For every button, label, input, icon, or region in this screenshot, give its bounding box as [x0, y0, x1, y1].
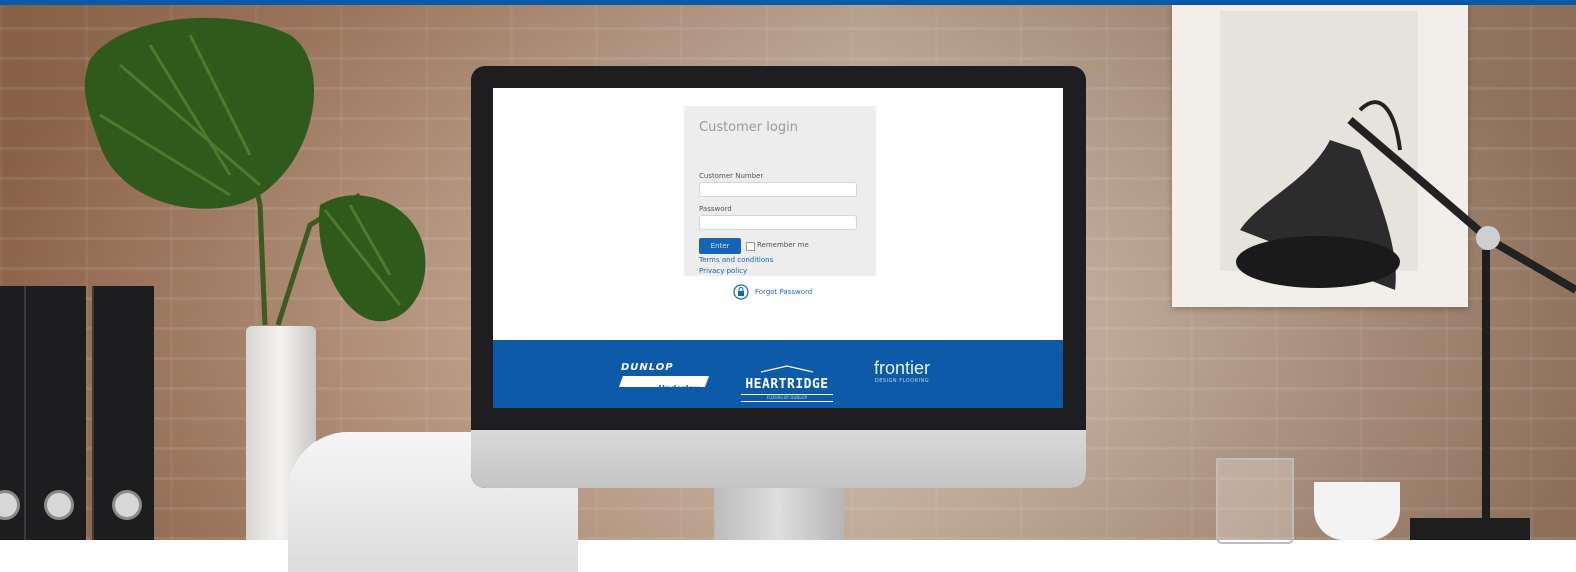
background-binders	[0, 270, 186, 540]
binder-hole	[44, 490, 74, 520]
customer-number-input[interactable]	[699, 182, 857, 197]
binder	[24, 286, 86, 540]
forgot-password-text: Forgot Password	[755, 288, 813, 296]
forgot-password-link[interactable]: Forgot Password	[733, 282, 812, 302]
login-title: Customer login	[699, 120, 798, 135]
brand-footer: DUNLOP Underlay HEARTRIDGE FLOORS BY DUN…	[493, 340, 1063, 408]
succulent-pot	[1314, 482, 1400, 540]
enter-button[interactable]: Enter	[699, 238, 741, 254]
roof-icon	[760, 365, 814, 373]
dunlop-logo-sub: Underlay	[658, 384, 699, 393]
password-input[interactable]	[699, 215, 857, 230]
customer-number-label: Customer Number	[699, 172, 764, 180]
binder	[92, 286, 154, 540]
dunlop-logo-strip: Underlay	[618, 376, 710, 393]
remember-me-label[interactable]: Remember me	[757, 241, 809, 249]
frontier-logo: frontier DESIGN FLOORING	[857, 358, 947, 394]
login-panel: Customer login Customer Number Password …	[684, 106, 876, 276]
heartridge-logo-name: HEARTRIDGE	[745, 377, 829, 392]
heartridge-logo-sub: FLOORS BY DUNLOP	[741, 394, 833, 402]
remember-me-checkbox[interactable]	[746, 242, 755, 251]
frontier-logo-sub: DESIGN FLOORING	[874, 378, 930, 384]
padlock-refresh-icon	[733, 284, 749, 300]
frontier-logo-name: frontier	[873, 358, 931, 378]
binder-hole	[0, 490, 20, 520]
monitor-stand	[714, 488, 844, 540]
dunlop-logo-name: DUNLOP	[621, 362, 674, 373]
terms-and-conditions-link[interactable]: Terms and conditions	[699, 256, 773, 264]
heartridge-logo: HEARTRIDGE FLOORS BY DUNLOP	[741, 358, 833, 402]
password-label: Password	[699, 205, 732, 213]
dunlop-underlay-logo: DUNLOP Underlay	[618, 362, 711, 393]
monitor-screen: Customer login Customer Number Password …	[493, 88, 1063, 408]
privacy-policy-link[interactable]: Privacy policy	[699, 267, 747, 275]
binder-hole	[112, 490, 142, 520]
monitor-chin	[471, 430, 1086, 488]
pencil-cup	[1216, 458, 1294, 544]
